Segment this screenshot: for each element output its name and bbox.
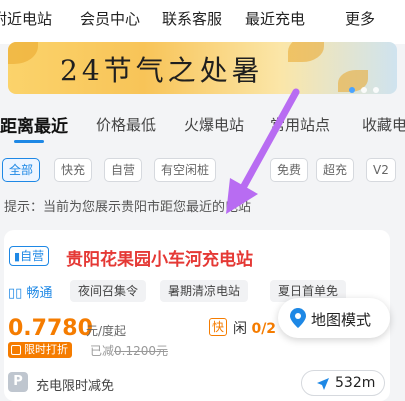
filter-all[interactable]: 全部: [2, 158, 41, 182]
discount-label: 限时打折: [24, 343, 68, 356]
saved-prefix: 已减: [90, 344, 115, 358]
nav-recent-charging[interactable]: 最近充电: [245, 8, 305, 29]
filter-free[interactable]: 免费: [270, 158, 309, 182]
tab-popular[interactable]: 火爆电站: [184, 114, 244, 135]
pager-dot[interactable]: [373, 87, 379, 93]
filter-v2[interactable]: V2: [366, 158, 396, 182]
banner-title: 24节气之处暑: [60, 54, 264, 87]
navigation-arrow-icon: [317, 378, 329, 390]
saved-value: 0.1200元: [114, 344, 169, 358]
leaf-decoration: [8, 42, 38, 64]
top-nav: 附近电站 会员中心 联系客服 最近充电 更多: [0, 0, 405, 44]
fast-charge-icon: 快: [209, 318, 227, 336]
tab-favorites[interactable]: 收藏电: [362, 114, 405, 135]
activity-tag: 夜间召集令: [70, 280, 147, 302]
self-operated-label: 自营: [20, 249, 45, 263]
navigate-button[interactable]: 532m: [301, 370, 385, 396]
traffic-label: 畅通: [26, 286, 53, 301]
idle-label: 闲: [233, 321, 247, 337]
nav-customer-service[interactable]: 联系客服: [162, 8, 222, 29]
discount-badge: 限时打折: [8, 342, 72, 358]
traffic-status: ▯▯ 畅通: [8, 282, 52, 301]
price-value: 0.7780: [8, 316, 93, 341]
map-mode-button[interactable]: 地图模式: [278, 298, 390, 338]
nav-member-center[interactable]: 会员中心: [80, 8, 140, 29]
price-unit: 元/度起: [86, 324, 127, 338]
pager-dot[interactable]: [349, 87, 355, 93]
nav-more[interactable]: 更多: [345, 8, 375, 29]
nav-nearby-stations[interactable]: 附近电站: [0, 8, 52, 29]
tab-lowest-price[interactable]: 价格最低: [96, 114, 156, 135]
filter-chips: 全部 快充 自营 有空闲桩 免费 超充 V2: [0, 158, 405, 186]
filter-super[interactable]: 超充: [316, 158, 355, 182]
active-tab-indicator: [14, 140, 44, 143]
parking-icon: P: [8, 372, 28, 392]
self-operated-badge: ▮自营: [9, 246, 50, 266]
banner-pager: [343, 78, 379, 94]
saved-amount: 已减0.1200元: [90, 342, 168, 359]
tab-nearest[interactable]: 距离最近: [0, 112, 68, 137]
discount-icon: [11, 345, 21, 355]
filter-self-operated[interactable]: 自营: [104, 158, 143, 182]
pager-dot[interactable]: [361, 87, 367, 93]
tab-frequent[interactable]: 常用站点: [270, 114, 330, 135]
idle-count: 0/2: [251, 321, 277, 337]
promo-banner[interactable]: 24节气之处暑: [8, 42, 397, 94]
filter-idle-pile[interactable]: 有空闲桩: [154, 158, 217, 182]
parking-reduction: 充电限时减免: [36, 379, 115, 394]
map-mode-label: 地图模式: [311, 311, 372, 329]
traffic-icon: ▯▯: [8, 286, 23, 301]
filter-fast[interactable]: 快充: [54, 158, 93, 182]
activity-tag: 暑期清凉电站: [160, 280, 249, 302]
map-pin-icon: [290, 308, 306, 328]
card-footer: P 充电限时减免 532m: [4, 370, 390, 398]
distance-value: 532m: [335, 375, 376, 391]
sort-tabs: 距离最近 价格最低 火爆电站 常用站点 收藏电: [0, 100, 405, 146]
location-hint: 提示：当前为您展示贵阳市距您最近的电站: [4, 200, 252, 215]
station-name[interactable]: 贵阳花果园小车河充电站: [66, 245, 253, 270]
leaf-decoration: [288, 42, 324, 62]
idle-piles: 闲 0/2: [233, 318, 276, 338]
